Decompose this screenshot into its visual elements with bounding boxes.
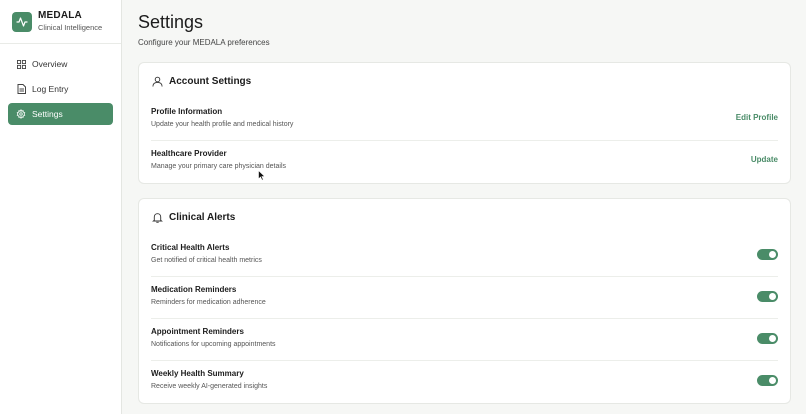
row-title: Profile Information — [151, 107, 223, 116]
sidebar-item-log-entry[interactable]: Log Entry — [8, 78, 113, 100]
sidebar-item-label: Overview — [32, 59, 68, 69]
row-description: Get notified of critical health metrics — [151, 257, 262, 264]
toggle-knob — [769, 251, 776, 258]
sidebar-nav: Overview Log Entry Settings — [0, 44, 121, 125]
card-title: Clinical Alerts — [169, 211, 236, 223]
page-subtitle: Configure your MEDALA preferences — [138, 38, 270, 47]
row-description: Notifications for upcoming appointments — [151, 341, 276, 348]
sidebar-item-label: Log Entry — [32, 84, 69, 94]
brand[interactable]: MEDALA Clinical Intelligence — [0, 0, 121, 44]
update-provider-button[interactable]: Update — [751, 155, 778, 164]
row-description: Update your health profile and medical h… — [151, 121, 294, 128]
critical-alerts-toggle[interactable] — [757, 249, 778, 260]
toggle-knob — [769, 335, 776, 342]
activity-pulse-icon — [12, 11, 32, 32]
bell-icon — [151, 211, 163, 223]
gear-icon — [16, 109, 26, 119]
row-title: Healthcare Provider — [151, 149, 227, 158]
settings-row-profile: Profile Information Update your health p… — [151, 99, 778, 141]
sidebar: MEDALA Clinical Intelligence Overview Lo… — [0, 0, 122, 414]
settings-row-provider: Healthcare Provider Manage your primary … — [151, 141, 778, 183]
card-title: Account Settings — [169, 75, 252, 87]
grid-icon — [16, 59, 26, 69]
row-description: Manage your primary care physician detai… — [151, 163, 287, 170]
mouse-cursor-icon — [258, 170, 266, 181]
brand-subtitle: Clinical Intelligence — [38, 23, 103, 33]
sidebar-item-overview[interactable]: Overview — [8, 53, 113, 75]
alert-row-medication: Medication Reminders Reminders for medic… — [151, 277, 778, 319]
document-icon — [16, 84, 26, 94]
weekly-summary-toggle[interactable] — [757, 375, 778, 386]
row-title: Weekly Health Summary — [151, 369, 244, 378]
alert-row-critical: Critical Health Alerts Get notified of c… — [151, 235, 778, 277]
alert-row-weekly-summary: Weekly Health Summary Receive weekly AI-… — [151, 361, 778, 403]
toggle-knob — [769, 293, 776, 300]
account-settings-card: Account Settings Profile Information Upd… — [138, 62, 791, 184]
sidebar-item-settings[interactable]: Settings — [8, 103, 113, 125]
alert-row-appointment: Appointment Reminders Notifications for … — [151, 319, 778, 361]
row-title: Critical Health Alerts — [151, 243, 230, 252]
appointment-reminders-toggle[interactable] — [757, 333, 778, 344]
row-title: Appointment Reminders — [151, 327, 244, 336]
sidebar-item-label: Settings — [32, 109, 63, 119]
brand-name: MEDALA — [38, 10, 82, 22]
row-title: Medication Reminders — [151, 285, 237, 294]
medication-reminders-toggle[interactable] — [757, 291, 778, 302]
edit-profile-button[interactable]: Edit Profile — [736, 113, 778, 122]
page-title: Settings — [138, 12, 204, 32]
user-icon — [151, 75, 163, 87]
toggle-knob — [769, 377, 776, 384]
row-description: Reminders for medication adherence — [151, 299, 266, 306]
clinical-alerts-card: Clinical Alerts Critical Health Alerts G… — [138, 198, 791, 404]
row-description: Receive weekly AI-generated insights — [151, 383, 268, 390]
